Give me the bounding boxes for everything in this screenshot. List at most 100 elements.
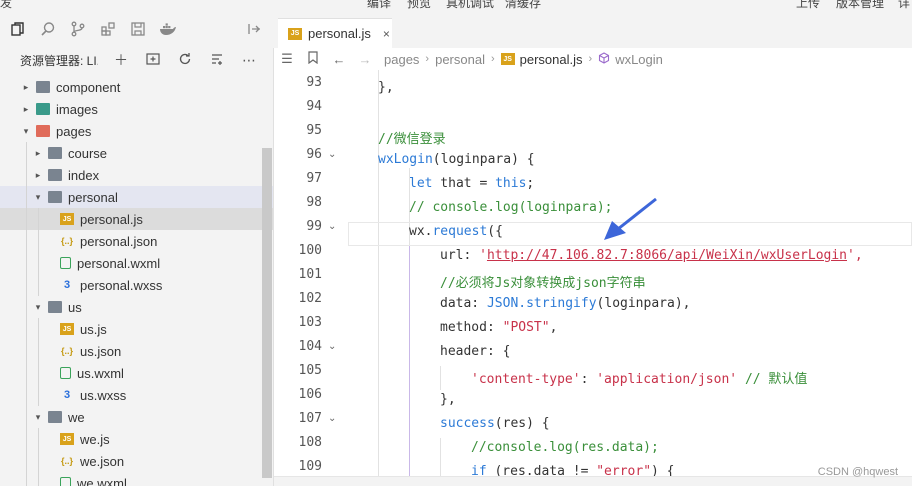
- tree-item[interactable]: personal.wxml: [0, 252, 273, 274]
- code-text: ;: [526, 176, 535, 191]
- save-icon[interactable]: [126, 17, 150, 41]
- menu-item[interactable]: 详: [898, 0, 910, 10]
- watermark: CSDN @hqwest: [817, 466, 898, 478]
- menu-item[interactable]: 清缓存: [505, 0, 541, 10]
- chevron-right-icon[interactable]: ▸: [20, 82, 32, 93]
- forward-icon[interactable]: →: [352, 52, 378, 67]
- list-icon[interactable]: ☰: [274, 51, 300, 67]
- tree-item-label: component: [56, 79, 121, 95]
- docker-icon[interactable]: [156, 17, 180, 41]
- js-file-icon: JS: [60, 213, 74, 225]
- chevron-right-icon[interactable]: ▸: [32, 170, 44, 181]
- code-line-107: success(res) {: [440, 416, 550, 431]
- tree-indent-guide: [38, 274, 39, 296]
- chevron-right-icon[interactable]: ▸: [32, 148, 44, 159]
- tree-item[interactable]: ▸ index: [0, 164, 273, 186]
- pages-folder-icon: [36, 125, 50, 137]
- sidebar-scrollbar[interactable]: [262, 148, 272, 478]
- search-icon[interactable]: [36, 17, 60, 41]
- breadcrumb-pages[interactable]: pages: [384, 52, 419, 67]
- breadcrumb-personal[interactable]: personal: [435, 52, 485, 67]
- chevron-down-icon[interactable]: ▾: [32, 192, 44, 203]
- fold-chevron-icon[interactable]: ⌄: [328, 413, 336, 424]
- tree-item[interactable]: {..} personal.json: [0, 230, 273, 252]
- gutter-row: 95: [274, 118, 912, 142]
- tree-item[interactable]: {..} we.json: [0, 450, 273, 472]
- folder-icon: [36, 81, 50, 93]
- menu-item[interactable]: 预览: [407, 0, 431, 10]
- tree-item[interactable]: ▾ pages: [0, 120, 273, 142]
- tree-indent-guide: [38, 208, 39, 230]
- tree-item[interactable]: 3 personal.wxss: [0, 274, 273, 296]
- back-icon[interactable]: ←: [326, 52, 352, 67]
- tree-item-label: us: [68, 299, 82, 315]
- tree-item[interactable]: JS we.js: [0, 428, 273, 450]
- code-key: data:: [440, 296, 487, 311]
- split-icon[interactable]: [242, 17, 266, 41]
- source-control-icon[interactable]: [66, 17, 90, 41]
- breadcrumb-symbol[interactable]: wxLogin: [615, 52, 663, 67]
- menu-item[interactable]: 编译: [367, 0, 391, 10]
- code-line-104: header: {: [440, 344, 510, 359]
- tree-indent-guide: [26, 406, 27, 428]
- tree-item[interactable]: ▾ we: [0, 406, 273, 428]
- code-text: (loginpara) {: [432, 152, 535, 167]
- bookmark-icon[interactable]: [300, 51, 326, 67]
- tab-personal-js[interactable]: JS personal.js ×: [278, 18, 392, 48]
- tree-item[interactable]: ▸ course: [0, 142, 273, 164]
- tree-item-label: personal.js: [80, 211, 143, 227]
- line-number: 94: [306, 98, 322, 114]
- menu-item[interactable]: 上传: [796, 0, 820, 10]
- menu-item[interactable]: 真机调试: [446, 0, 494, 10]
- line-number: 105: [298, 362, 322, 378]
- tree-indent-guide: [26, 208, 27, 230]
- code-comment: //微信登录: [378, 132, 446, 147]
- extensions-icon[interactable]: [96, 17, 120, 41]
- code-editor[interactable]: 93 94 95 96 ⌄ 97 98 99 ⌄ 100 101 102 103 104 ⌄ 105 106 10…: [274, 70, 912, 476]
- refresh-icon[interactable]: [176, 52, 194, 69]
- chevron-right-icon[interactable]: ▸: [20, 104, 32, 115]
- horizontal-scrollbar[interactable]: [274, 476, 912, 486]
- close-icon[interactable]: ×: [383, 27, 390, 41]
- breadcrumb-file[interactable]: personal.js: [520, 52, 583, 67]
- new-folder-icon[interactable]: [144, 52, 162, 68]
- tree-item[interactable]: ▾ personal: [0, 186, 273, 208]
- more-icon[interactable]: ⋯: [240, 52, 258, 69]
- tree-indent-guide: [38, 252, 39, 274]
- tree-item[interactable]: JS us.js: [0, 318, 273, 340]
- tree-indent-guide: [26, 384, 27, 406]
- line-number: 93: [306, 74, 322, 90]
- new-file-icon[interactable]: ＋: [112, 50, 130, 70]
- gutter-row: 103: [274, 310, 912, 334]
- fold-chevron-icon[interactable]: ⌄: [328, 341, 336, 352]
- tree-item[interactable]: 3 us.wxss: [0, 384, 273, 406]
- folder-icon: [48, 147, 62, 159]
- chevron-down-icon[interactable]: ▾: [32, 302, 44, 313]
- file-tree: ▸ component ▸ images ▾ pages ▸ course ▸ index ▾ per…: [0, 76, 273, 486]
- tree-indent-guide: [26, 340, 27, 362]
- tree-indent-guide: [38, 428, 39, 450]
- code-comment: //console.log(res.data);: [471, 440, 659, 455]
- code-text: (res.data !=: [486, 464, 597, 476]
- code-function: success: [440, 416, 495, 431]
- files-icon[interactable]: [6, 17, 30, 41]
- code-text: ) {: [651, 464, 675, 476]
- tree-item[interactable]: ▸ images: [0, 98, 273, 120]
- chevron-down-icon[interactable]: ▾: [20, 126, 32, 137]
- tree-item[interactable]: {..} us.json: [0, 340, 273, 362]
- tree-item[interactable]: we.wxml: [0, 472, 273, 486]
- menu-item[interactable]: 发: [0, 0, 12, 10]
- tree-item[interactable]: JS personal.js: [0, 208, 273, 230]
- collapse-icon[interactable]: [208, 52, 226, 69]
- menu-item[interactable]: 版本管理: [836, 0, 884, 10]
- gutter-row: 99 ⌄: [274, 214, 912, 238]
- fold-chevron-icon[interactable]: ⌄: [328, 221, 336, 232]
- fold-chevron-icon[interactable]: ⌄: [328, 149, 336, 160]
- tree-item[interactable]: us.wxml: [0, 362, 273, 384]
- tree-item[interactable]: ▾ us: [0, 296, 273, 318]
- tree-item[interactable]: ▸ component: [0, 76, 273, 98]
- tree-item-label: course: [68, 145, 108, 161]
- line-number: 95: [306, 122, 322, 138]
- code-url[interactable]: http://47.106.82.7:8066/api/WeiXin/wxUse…: [487, 248, 847, 263]
- chevron-down-icon[interactable]: ▾: [32, 412, 44, 423]
